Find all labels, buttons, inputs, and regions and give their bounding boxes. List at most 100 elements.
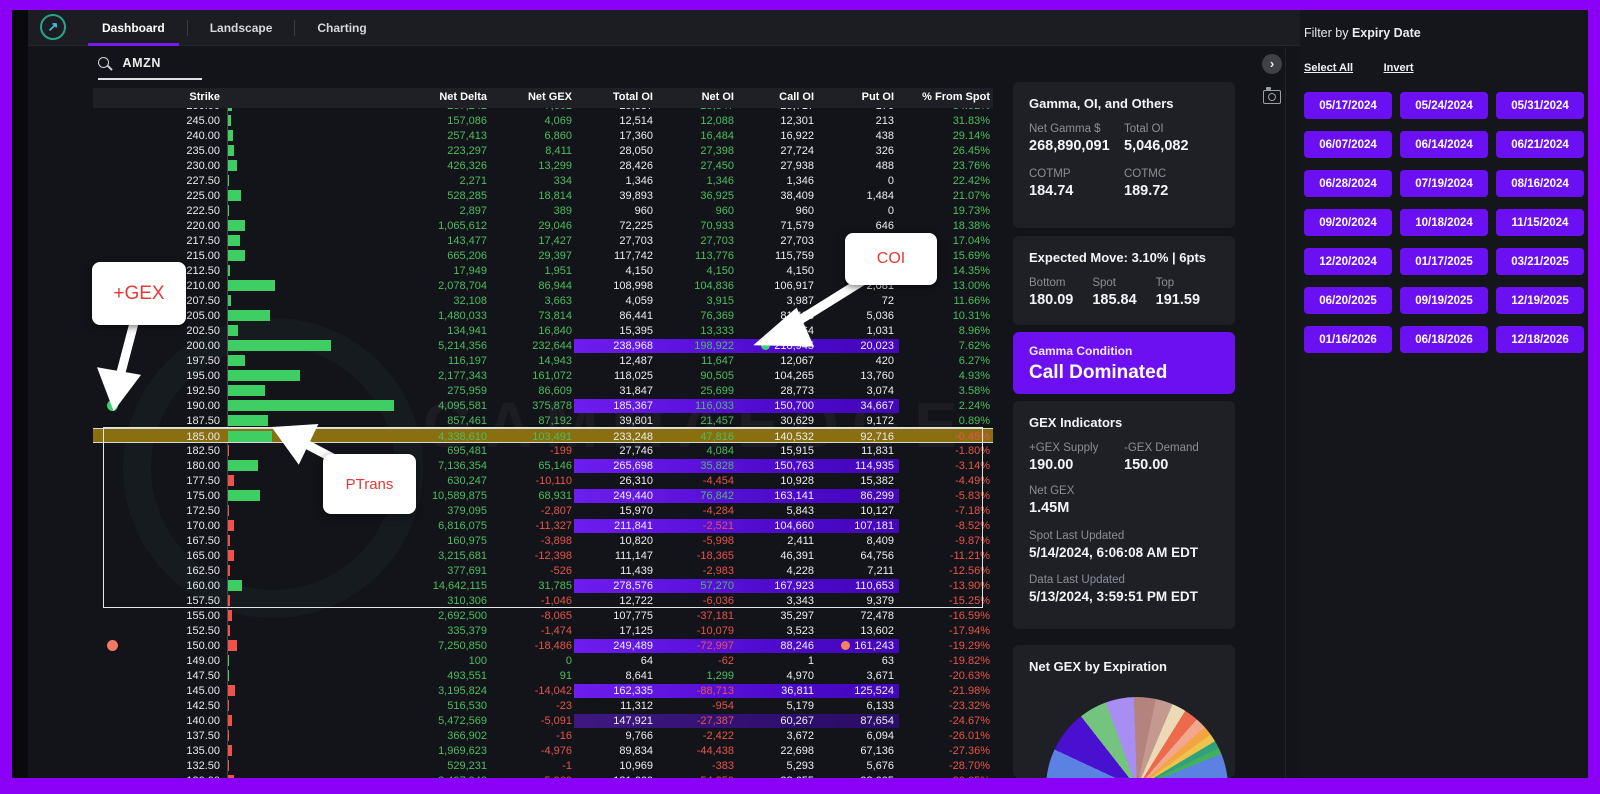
table-row[interactable]: 149.00 100 0 64 -62 1 63 -19.82%: [93, 653, 993, 668]
table-row[interactable]: 165.00 3,215,681 -12,398 111,147 -18,365 46,3…: [93, 548, 993, 563]
expected-move-title: Expected Move: 3.10% | 6pts: [1029, 250, 1207, 265]
net-delta-bar: [228, 505, 229, 516]
table-row[interactable]: 167.50 160,975 -3,898 10,820 -5,998 2,411 8,40…: [93, 533, 993, 548]
table-row[interactable]: 132.50 529,231 -1 10,969 -383 5,293 5,676 -28.7…: [93, 758, 993, 773]
expiry-date-button[interactable]: 01/16/2026: [1304, 326, 1392, 353]
table-row[interactable]: 170.00 6,816,075 -11,327 211,841 -2,521 104,6…: [93, 518, 993, 533]
sidebar-divider: [1285, 47, 1286, 778]
net-delta-bar: [228, 295, 231, 306]
table-row[interactable]: 142.50 516,530 -23 11,312 -954 5,179 6,133 -23.…: [93, 698, 993, 713]
table-row[interactable]: 135.00 1,969,623 -4,976 89,834 -44,438 22,698…: [93, 743, 993, 758]
expiry-date-button[interactable]: 06/18/2026: [1400, 326, 1488, 353]
net-delta-bar: [228, 355, 245, 366]
expiry-date-button[interactable]: 10/18/2024: [1400, 209, 1488, 236]
stat-cotmp: COTMP 184.74: [1029, 168, 1074, 199]
table-row[interactable]: 155.00 2,692,500 -8,065 107,775 -37,181 35,29…: [93, 608, 993, 623]
table-row[interactable]: 182.50 695,481 -199 27,746 4,084 15,915 11,831…: [93, 443, 993, 458]
expiry-date-button[interactable]: 08/16/2024: [1496, 170, 1584, 197]
expiry-date-button[interactable]: 12/19/2025: [1496, 287, 1584, 314]
expiry-date-button[interactable]: 05/24/2024: [1400, 92, 1488, 119]
net-delta-bar: [228, 610, 232, 621]
table-row[interactable]: 202.50 134,941 16,840 15,395 13,333 14,364 1,0…: [93, 323, 993, 338]
expiry-date-button[interactable]: 06/07/2024: [1304, 131, 1392, 158]
expiry-date-button[interactable]: 06/28/2024: [1304, 170, 1392, 197]
net-delta-bar: [228, 655, 229, 666]
annotation-coi: COI: [845, 233, 937, 285]
table-row[interactable]: 220.00 1,065,612 29,046 72,225 70,933 71,579 6…: [93, 218, 993, 233]
net-delta-bar: [228, 220, 245, 231]
expiry-date-button[interactable]: 11/15/2024: [1496, 209, 1584, 236]
table-row[interactable]: 207.50 32,108 3,663 4,059 3,915 3,987 72 11.66%: [93, 293, 993, 308]
net-delta-bar: [228, 250, 245, 261]
table-row[interactable]: 137.50 366,902 -16 9,766 -2,422 3,672 6,094 -26…: [93, 728, 993, 743]
expiry-date-button[interactable]: 06/14/2024: [1400, 131, 1488, 158]
net-delta-bar: [228, 700, 229, 711]
net-delta-bar: [228, 265, 230, 276]
invert-link[interactable]: Invert: [1384, 62, 1414, 74]
annotation-gex-supply: +GEX: [92, 262, 186, 325]
expiry-date-button[interactable]: 01/17/2025: [1400, 248, 1488, 275]
search-input[interactable]: AMZN: [122, 56, 161, 70]
tab-landscape[interactable]: Landscape: [188, 10, 295, 46]
table-row[interactable]: 162.50 377,691 -526 11,439 -2,983 4,228 7,211-…: [93, 563, 993, 578]
table-row[interactable]: 177.50 630,247 -10,110 26,310 -4,454 10,928 15…: [93, 473, 993, 488]
expiry-date-button[interactable]: 06/21/2024: [1496, 131, 1584, 158]
data-last-updated: Data Last Updated 5/13/2024, 3:59:51 PM …: [1029, 574, 1198, 604]
table-row[interactable]: 235.00 223,297 8,411 28,050 27,398 27,724 326 2…: [93, 143, 993, 158]
collapse-sidebar-icon[interactable]: ›: [1262, 54, 1282, 74]
tab-dashboard[interactable]: Dashboard: [80, 10, 187, 46]
tab-charting[interactable]: Charting: [295, 10, 388, 46]
expiry-date-button[interactable]: 05/31/2024: [1496, 92, 1584, 119]
table-row[interactable]: 245.00 157,086 4,069 12,514 12,088 12,301 213 3…: [93, 113, 993, 128]
net-delta-bar: [228, 145, 234, 156]
table-row[interactable]: 240.00 257,413 6,860 17,360 16,484 16,922 438 2…: [93, 128, 993, 143]
table-row[interactable]: 160.00 14,642,115 31,785 278,576 57,270 167,9…: [93, 578, 993, 593]
ticker-search[interactable]: AMZN: [98, 54, 202, 80]
net-delta-bar: [228, 460, 258, 471]
table-row[interactable]: 145.00 3,195,824 -14,042 162,335 -88,713 36,8…: [93, 683, 993, 698]
net-delta-bar: [228, 475, 234, 486]
table-row[interactable]: 187.50 857,461 87,192 39,801 21,457 30,629 9,1…: [93, 413, 993, 428]
pie-title: Net GEX by Expiration: [1029, 659, 1167, 674]
spot-last-updated: Spot Last Updated 5/14/2024, 6:06:08 AM …: [1029, 530, 1199, 560]
table-row[interactable]: 147.50 493,551 91 8,641 1,299 4,970 3,671 -20.6…: [93, 668, 993, 683]
table-row[interactable]: 200.00 5,214,356 232,644 238,968 198,922 218,…: [93, 338, 993, 353]
expiry-date-button[interactable]: 06/20/2025: [1304, 287, 1392, 314]
net-delta-bar: [228, 520, 234, 531]
net-delta-bar: [228, 745, 232, 756]
table-row[interactable]: 230.00 426,326 13,299 28,426 27,450 27,938 488…: [93, 158, 993, 173]
expiry-date-button[interactable]: 12/20/2024: [1304, 248, 1392, 275]
select-all-link[interactable]: Select All: [1304, 62, 1353, 74]
net-delta-bar: [228, 670, 229, 681]
table-row[interactable]: 195.00 2,177,343 161,072 118,025 90,505 104,2…: [93, 368, 993, 383]
expiry-date-button[interactable]: 07/19/2024: [1400, 170, 1488, 197]
expiry-date-button[interactable]: 12/18/2026: [1496, 326, 1584, 353]
table-row[interactable]: 185.00 4,338,610 103,491 233,248 47,816 140,5…: [93, 428, 993, 443]
gamma-condition-label: Gamma Condition: [1029, 344, 1133, 358]
table-row[interactable]: 140.00 5,472,569 -5,091 147,921 -27,387 60,26…: [93, 713, 993, 728]
net-delta-bar: [228, 370, 300, 381]
table-row[interactable]: 150.00 7,250,850 -18,486 249,489 -72,997 88,2…: [93, 638, 993, 653]
table-row[interactable]: 152.50 335,379 -1,474 17,125 -10,079 3,523 13,…: [93, 623, 993, 638]
gex-indicators-title: GEX Indicators: [1029, 415, 1123, 430]
expiry-date-button[interactable]: 09/20/2024: [1304, 209, 1392, 236]
expiry-date-button[interactable]: 09/19/2025: [1400, 287, 1488, 314]
column-header: % From Spot: [922, 91, 990, 103]
table-row[interactable]: 157.50 310,306 -1,046 12,722 -6,036 3,343 9,37…: [93, 593, 993, 608]
table-row[interactable]: 192.50 275,959 86,609 31,847 25,699 28,773 3,0…: [93, 383, 993, 398]
expiry-date-button[interactable]: 05/17/2024: [1304, 92, 1392, 119]
table-row[interactable]: 222.50 2,897 389 960 960 960 0 19.73%: [93, 203, 993, 218]
camera-icon[interactable]: [1263, 87, 1281, 104]
table-row[interactable]: 205.00 1,480,033 73,814 86,441 76,369 81,405 5…: [93, 308, 993, 323]
table-row[interactable]: 180.00 7,136,354 65,146 265,698 35,828 150,76…: [93, 458, 993, 473]
table-row[interactable]: 190.00 4,095,581 375,878 185,367 116,033 150,…: [93, 398, 993, 413]
net-delta-bar: [228, 730, 229, 741]
table-row[interactable]: 130.003,497,948-5,869131,660-54,35038,65…: [93, 773, 993, 778]
net-delta-bar: [228, 190, 241, 201]
table-row[interactable]: 175.00 10,589,875 68,931 249,440 76,842 163,1…: [93, 488, 993, 503]
table-row[interactable]: 197.50 116,197 14,943 12,487 11,647 12,067 420…: [93, 353, 993, 368]
expiry-date-button[interactable]: 03/21/2025: [1496, 248, 1584, 275]
table-row[interactable]: 227.50 2,271 334 1,346 1,346 1,346 0 22.42%: [93, 173, 993, 188]
table-row[interactable]: 172.50 379,095 -2,807 15,970 -4,284 5,843 10,1…: [93, 503, 993, 518]
table-row[interactable]: 225.00 528,285 18,814 39,893 36,925 38,409 1,4…: [93, 188, 993, 203]
